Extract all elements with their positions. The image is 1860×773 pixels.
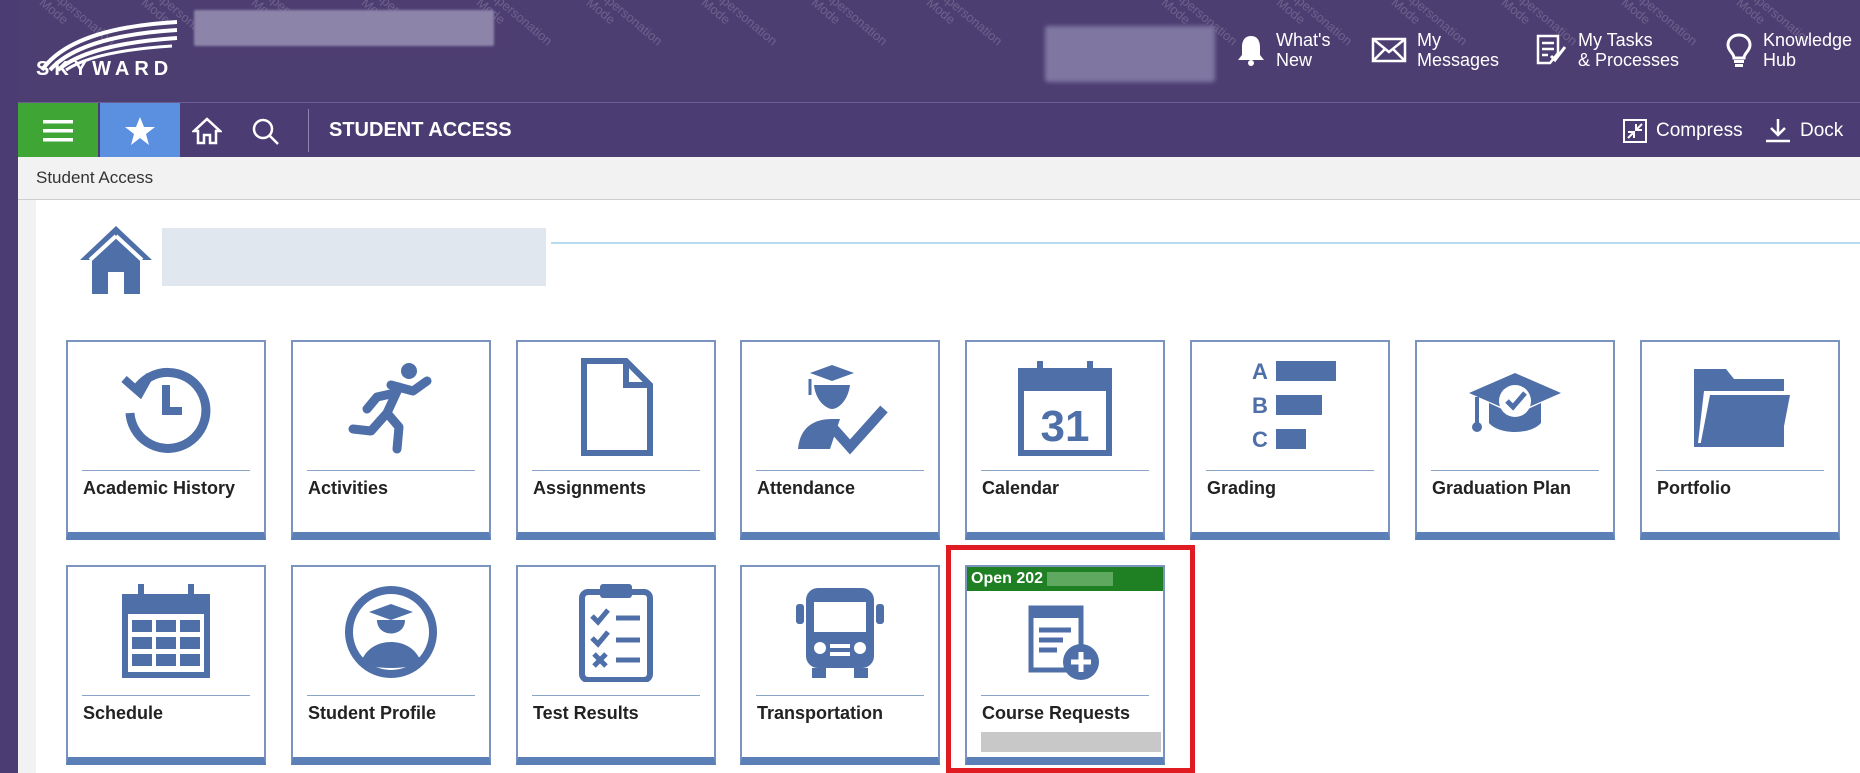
tile-label: Graduation Plan <box>1432 478 1572 498</box>
tile-label: Calendar <box>982 478 1060 498</box>
graduation-cap-check-icon <box>1469 373 1561 432</box>
home-icon <box>192 116 222 144</box>
grade-letter-a: A <box>1252 359 1268 384</box>
checklist-icon <box>579 584 653 682</box>
tile-label: Attendance <box>757 478 856 498</box>
redacted-district-name <box>194 10 494 46</box>
dock-icon <box>1766 118 1790 142</box>
student-home-icon <box>80 226 152 294</box>
tile-label: Academic History <box>83 478 236 498</box>
tile-graduation-plan[interactable]: Graduation Plan <box>1415 340 1615 540</box>
tile-label: Student Profile <box>308 703 437 723</box>
search-icon <box>252 118 279 145</box>
whats-new-button[interactable]: What's New <box>1236 30 1330 70</box>
schedule-calendar-icon <box>122 584 210 678</box>
whats-new-label: What's New <box>1276 30 1331 70</box>
page-title: STUDENT ACCESS <box>329 119 512 141</box>
redacted-user-name[interactable] <box>1045 26 1215 82</box>
bus-icon <box>796 588 884 678</box>
hamburger-icon <box>43 119 73 141</box>
tile-transportation[interactable]: Transportation <box>740 565 940 765</box>
history-icon <box>121 367 211 453</box>
my-tasks-label: My Tasks & Processes <box>1578 30 1680 70</box>
tile-label: Test Results <box>533 703 639 723</box>
my-messages-button[interactable]: My Messages <box>1371 30 1499 70</box>
menu-button[interactable] <box>18 103 98 158</box>
tile-assignments[interactable]: Assignments <box>516 340 716 540</box>
tile-portfolio[interactable]: Portfolio <box>1640 340 1840 540</box>
tile-label: Portfolio <box>1657 478 1731 498</box>
document-icon <box>581 358 653 456</box>
grade-letter-c: C <box>1252 427 1268 452</box>
abc-bars-icon: A B C <box>1252 359 1336 452</box>
tile-label: Assignments <box>533 478 647 498</box>
watermark: Impersonation Mode <box>583 0 666 49</box>
calendar-day: 31 <box>1041 402 1090 451</box>
nav-bar: STUDENT ACCESS Compress Dock <box>18 102 1860 158</box>
knowledge-hub-button[interactable]: Knowledge Hub <box>1725 30 1852 70</box>
top-bar: Impersonation Mode Impersonation Mode Im… <box>18 0 1860 102</box>
logo-text: SKYWARD <box>36 58 174 80</box>
tile-label: Activities <box>308 478 389 498</box>
tile-test-results[interactable]: Test Results <box>516 565 716 765</box>
watermark: Impersonation Mode <box>698 0 781 49</box>
dock-label: Dock <box>1800 119 1844 141</box>
grade-letter-b: B <box>1252 393 1268 418</box>
home-button[interactable] <box>182 103 232 158</box>
tile-label: Schedule <box>83 703 164 723</box>
search-button[interactable] <box>240 103 290 158</box>
calendar-31-icon: 31 <box>1018 361 1112 456</box>
knowledge-hub-label: Knowledge Hub <box>1763 30 1853 70</box>
tasks-icon <box>1536 34 1567 65</box>
folder-icon <box>1694 369 1790 447</box>
dock-button[interactable]: Dock <box>1764 103 1843 158</box>
compress-label: Compress <box>1656 119 1743 141</box>
tile-label: Transportation <box>757 703 884 723</box>
tile-label: Grading <box>1207 478 1277 498</box>
tile-schedule[interactable]: Schedule <box>66 565 266 765</box>
bell-icon <box>1238 36 1264 66</box>
tile-activities[interactable]: Activities <box>291 340 491 540</box>
tile-academic-history[interactable]: Academic History <box>66 340 266 540</box>
watermark: Impersonation Mode <box>923 0 1006 49</box>
compress-icon <box>1623 118 1647 143</box>
graduate-check-icon <box>798 365 888 455</box>
running-person-icon <box>348 363 432 454</box>
tile-attendance[interactable]: Attendance <box>740 340 940 540</box>
tile-calendar[interactable]: 31 Calendar <box>965 340 1165 540</box>
redacted-student-name <box>162 228 546 286</box>
lightbulb-icon <box>1726 33 1752 67</box>
breadcrumb-bar: Student Access <box>18 157 1860 200</box>
student-avatar-icon <box>345 586 437 678</box>
favorites-button[interactable] <box>100 103 180 158</box>
compress-button[interactable]: Compress <box>1622 103 1743 158</box>
breadcrumb[interactable]: Student Access <box>36 168 153 188</box>
my-tasks-button[interactable]: My Tasks & Processes <box>1534 30 1679 70</box>
nav-divider <box>308 109 309 152</box>
watermark: Impersonation Mode <box>808 0 891 49</box>
tile-grading[interactable]: A B C Grading <box>1190 340 1390 540</box>
tile-student-profile[interactable]: Student Profile <box>291 565 491 765</box>
highlight-box <box>946 545 1195 773</box>
star-icon <box>125 116 155 145</box>
header-rule <box>551 242 1860 244</box>
my-messages-label: My Messages <box>1417 30 1500 70</box>
envelope-icon <box>1371 37 1407 63</box>
